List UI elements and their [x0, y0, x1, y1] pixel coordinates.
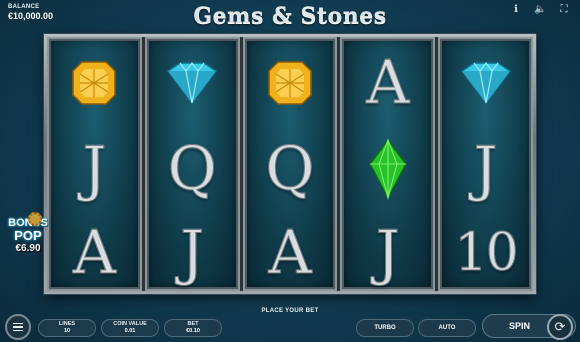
reel-symbol [147, 41, 238, 125]
symbol-a: A [268, 218, 312, 288]
reel-2: QJ [144, 37, 240, 291]
reel-4: A J [340, 37, 436, 291]
gem-yellow-icon [266, 59, 314, 107]
reel-symbol [440, 41, 531, 125]
reel-symbol: A [49, 211, 140, 295]
lines-value: 10 [63, 328, 71, 334]
coin-value-value: 0.01 [124, 328, 136, 334]
reel-symbol: 10 [440, 211, 531, 295]
reel-symbol: J [49, 127, 140, 211]
coin-value-control[interactable]: COIN VALUE 0.01 [101, 319, 159, 337]
lines-control[interactable]: LINES 10 [38, 319, 96, 337]
gem-yellow-icon [70, 59, 118, 107]
auto-button[interactable]: AUTO [418, 319, 476, 337]
reel-symbol [245, 41, 336, 125]
spin-icon: ⟳ [547, 314, 573, 340]
bet-label: BET [187, 321, 199, 327]
reel-3: QA [242, 37, 338, 291]
pop-label: POP [14, 228, 42, 243]
symbol-j: J [180, 218, 205, 288]
gem-green-icon [368, 138, 408, 200]
reel-grid: JA QJ QAA J J 10 [47, 37, 533, 291]
spin-label: SPIN [509, 321, 531, 331]
reel-symbol: J [147, 211, 238, 295]
symbol-10: 10 [454, 223, 519, 283]
turbo-button[interactable]: TURBO [356, 319, 414, 337]
reel-symbol [49, 41, 140, 125]
info-icon[interactable]: ℹ [510, 4, 522, 15]
reel-1: JA [47, 37, 142, 291]
bet-value: €0.10 [186, 328, 200, 334]
menu-icon [13, 322, 23, 325]
coin-value-label: COIN VALUE [113, 321, 147, 327]
gear-icon [28, 212, 42, 226]
reel-symbol: A [245, 211, 336, 295]
symbol-j: J [473, 134, 498, 204]
fullscreen-icon[interactable]: ⛶ [558, 4, 570, 15]
symbol-a: A [72, 218, 117, 288]
reel-symbol: J [342, 211, 433, 295]
symbol-a: A [366, 48, 410, 118]
game-logo: Gems & Stones [193, 3, 387, 29]
top-toolbar: ℹ 🔈 ⛶ [510, 4, 570, 15]
menu-button[interactable] [5, 314, 31, 340]
sound-icon[interactable]: 🔈 [534, 4, 546, 15]
symbol-q: Q [265, 134, 315, 204]
reel-symbol [342, 127, 433, 211]
symbol-j: J [82, 134, 107, 204]
reel-frame: JA QJ QAA J J 10 [44, 34, 536, 294]
lines-label: LINES [58, 321, 76, 327]
reel-5: J 10 [438, 37, 533, 291]
reel-symbol: Q [245, 127, 336, 211]
bonus-amount: €6.90 [15, 243, 41, 254]
bet-control[interactable]: BET €0.10 [164, 319, 222, 337]
bonus-pop-badge: BONUS POP €6.90 [2, 212, 54, 254]
reel-symbol: A [342, 41, 433, 125]
symbol-j: J [375, 218, 400, 288]
gem-blue-icon [162, 61, 222, 105]
symbol-q: Q [167, 134, 217, 204]
reel-symbol: J [440, 127, 531, 211]
gem-blue-icon [456, 61, 516, 105]
reel-symbol: Q [147, 127, 238, 211]
spin-button[interactable]: SPIN ⟳ [482, 314, 576, 340]
